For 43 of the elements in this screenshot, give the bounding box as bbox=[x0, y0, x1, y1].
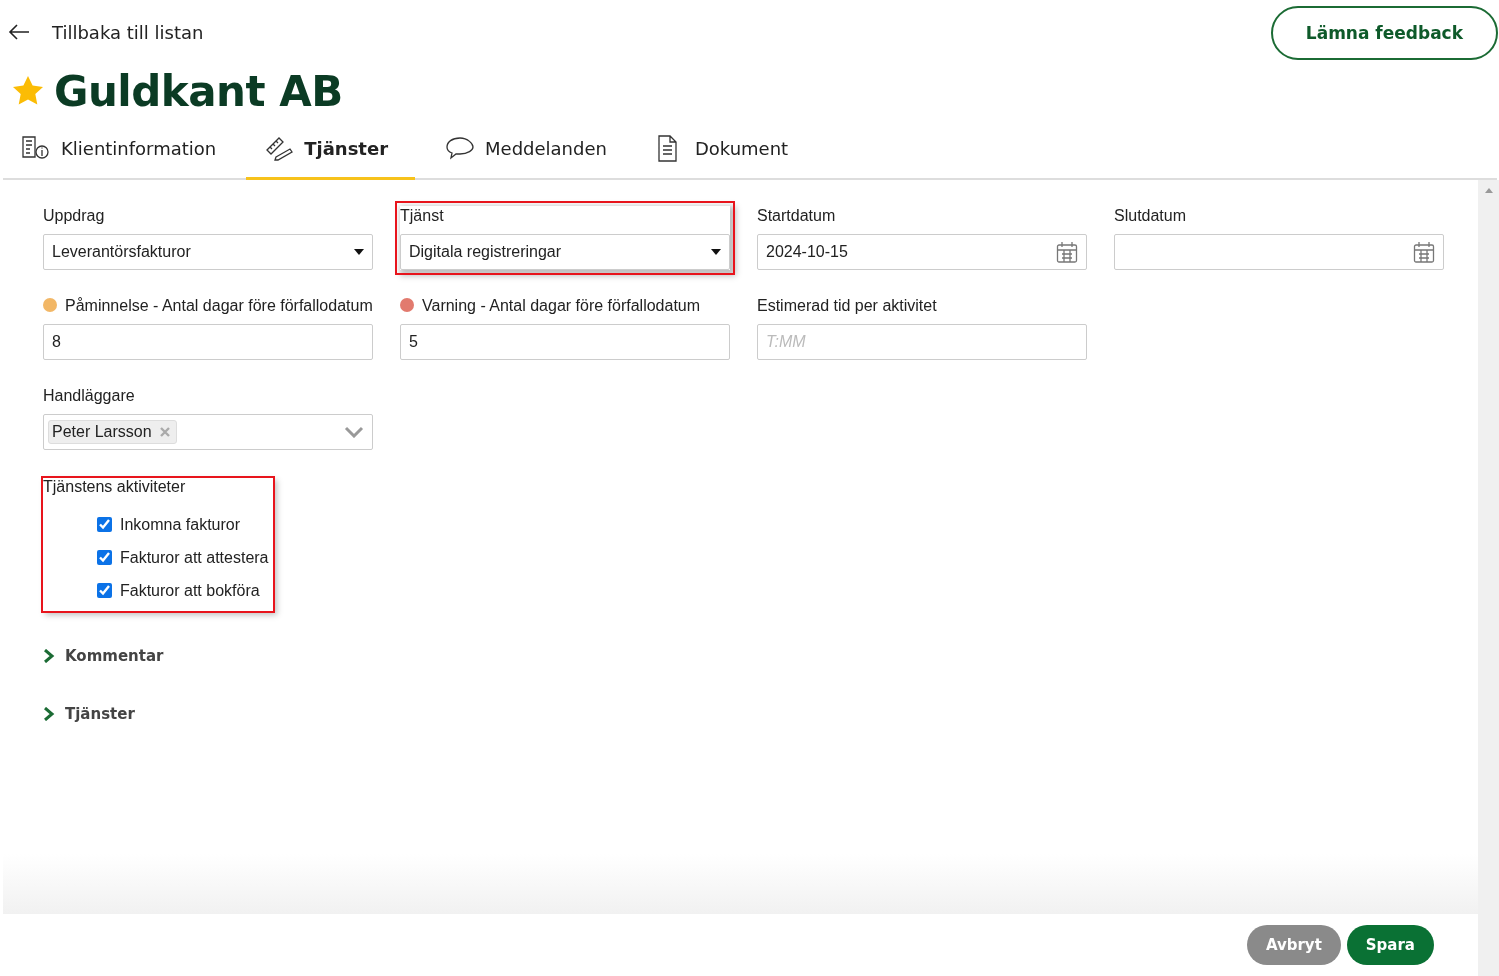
tag-chip[interactable]: Peter Larsson bbox=[48, 420, 177, 444]
field-label: Handläggare bbox=[43, 387, 135, 404]
group-label: Tjänstens aktiviteter bbox=[43, 478, 187, 496]
scroll-up-icon bbox=[1484, 188, 1493, 193]
checkbox-label: Inkomna fakturor bbox=[120, 515, 241, 534]
input-field[interactable]: T:MM bbox=[757, 324, 1087, 360]
select-field[interactable]: Leverantörsfakturor bbox=[43, 234, 373, 270]
save-button[interactable]: Spara bbox=[1346, 925, 1434, 965]
checkbox[interactable] bbox=[97, 550, 112, 565]
feedback-button[interactable]: Lämna feedback bbox=[1270, 6, 1498, 60]
calendar-icon bbox=[1413, 241, 1435, 263]
tab[interactable]: Klientinformation bbox=[3, 120, 235, 180]
field-label: Varning - Antal dagar före förfallodatum bbox=[422, 297, 701, 314]
multi-select-field[interactable]: Peter Larsson bbox=[43, 414, 373, 450]
back-link[interactable]: Tillbaka till listan bbox=[8, 21, 204, 43]
chevron-down-icon bbox=[344, 426, 364, 438]
field-label: Påminnelse - Antal dagar före förfallodatum bbox=[65, 297, 373, 314]
field-label: Slutdatum bbox=[1114, 207, 1187, 224]
input-field[interactable]: 8 bbox=[43, 324, 373, 360]
caret-down-icon bbox=[354, 249, 364, 255]
scrollbar[interactable] bbox=[1478, 180, 1499, 976]
select-field[interactable]: Digitala registreringar bbox=[400, 234, 730, 270]
input-field[interactable]: 5 bbox=[400, 324, 730, 360]
field-label: Startdatum bbox=[757, 207, 836, 224]
tab[interactable]: Tjänster bbox=[246, 120, 416, 180]
date-field[interactable]: 2024-10-15 bbox=[757, 234, 1087, 270]
checkbox[interactable] bbox=[97, 583, 112, 598]
tab[interactable]: Meddelanden bbox=[427, 120, 625, 180]
checkbox-label: Fakturor att attestera bbox=[120, 548, 269, 567]
tab[interactable]: Dokument bbox=[636, 120, 807, 180]
date-field[interactable] bbox=[1114, 234, 1444, 270]
field-label: Estimerad tid per aktivitet bbox=[757, 297, 937, 314]
checkbox[interactable] bbox=[97, 517, 112, 532]
remove-icon bbox=[159, 427, 170, 437]
field-label: Uppdrag bbox=[43, 207, 105, 224]
section-toggle[interactable]: Tjänster bbox=[43, 705, 135, 723]
section-toggle[interactable]: Kommentar bbox=[43, 647, 164, 665]
arrow-left-icon bbox=[8, 24, 30, 40]
checkbox-label: Fakturor att bokföra bbox=[120, 581, 260, 600]
calendar-icon bbox=[1056, 241, 1078, 263]
caret-down-icon bbox=[711, 249, 721, 255]
field-label: Tjänst bbox=[400, 207, 444, 224]
client-name: Guldkant AB bbox=[54, 66, 343, 116]
